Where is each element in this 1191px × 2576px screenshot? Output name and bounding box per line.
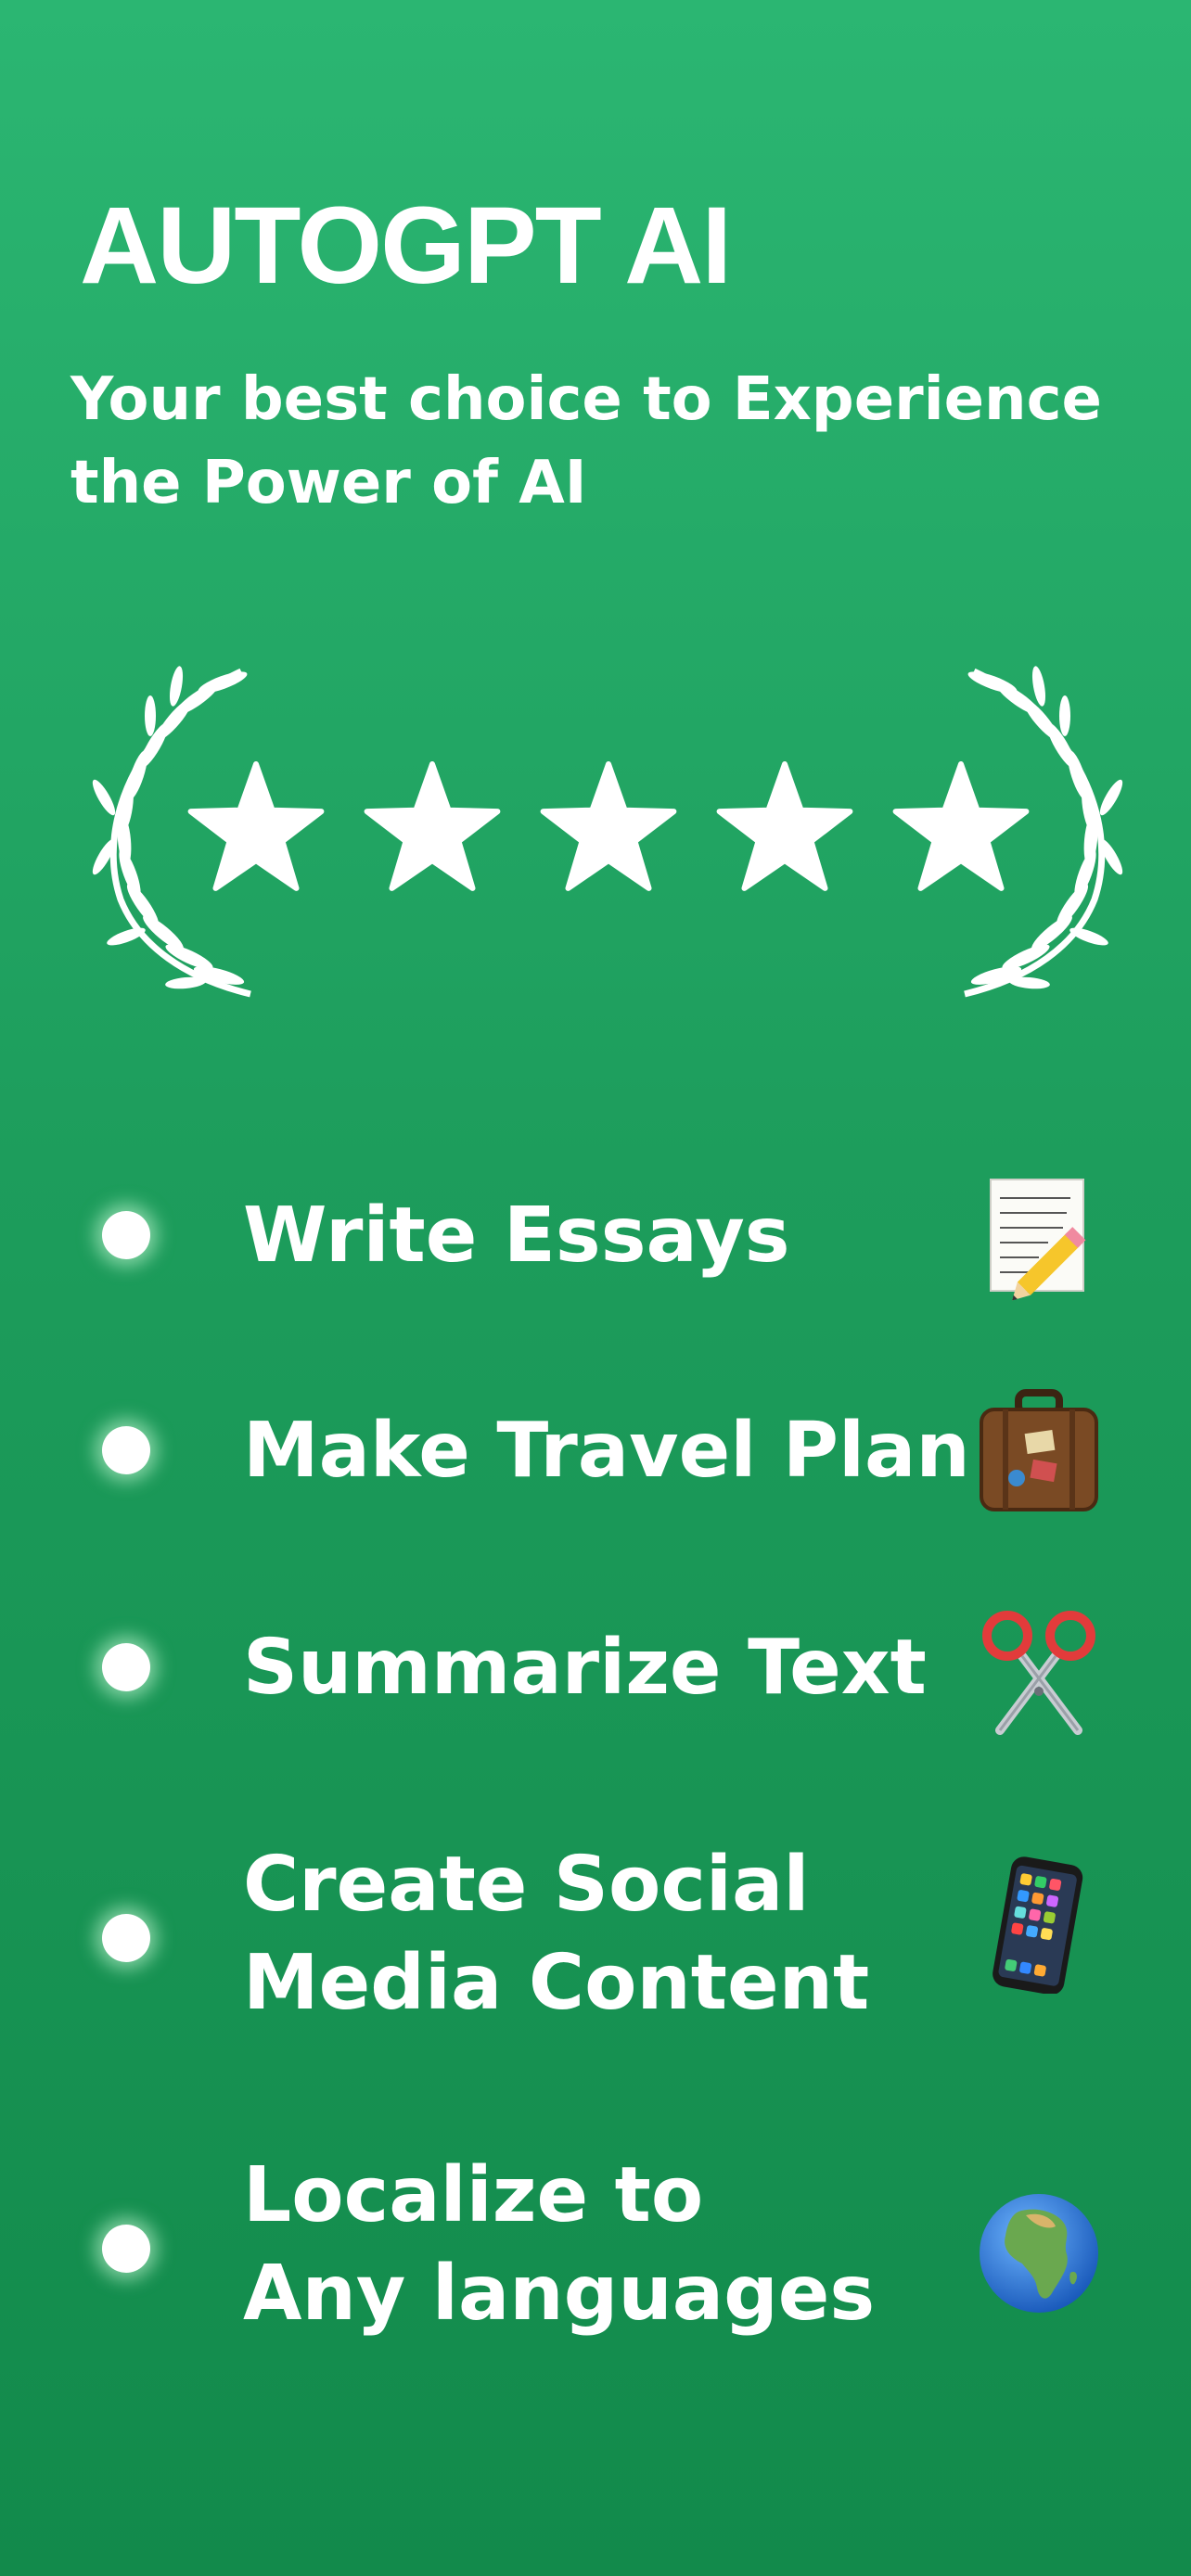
scissors-icon — [982, 1611, 1095, 1735]
star-icon — [716, 761, 853, 891]
bullet-dot-icon — [102, 1211, 150, 1259]
feature-label: Write Essays — [243, 1192, 790, 1280]
bullet-dot-icon — [102, 2225, 150, 2273]
feature-label-line-1: Create Social — [243, 1841, 810, 1929]
mobile-phone-icon — [992, 1856, 1083, 1994]
memo-pencil-icon — [990, 1179, 1086, 1301]
feature-label: Make Travel Plan — [243, 1407, 970, 1495]
globe-africa-icon — [980, 2194, 1098, 2313]
feature-label-line-2: Any languages — [243, 2250, 876, 2338]
rating-badge — [83, 658, 1132, 1011]
app-title: AUTOGPT AI — [80, 185, 732, 307]
suitcase-icon — [980, 1389, 1098, 1511]
feature-label: Summarize Text — [243, 1624, 927, 1712]
bullet-dot-icon — [102, 1914, 150, 1962]
star-icon — [364, 761, 501, 891]
feature-label-line-2: Media Content — [243, 1939, 870, 2027]
bullet-dot-icon — [102, 1643, 150, 1691]
star-icon — [187, 761, 325, 891]
star-icon — [892, 761, 1030, 891]
laurel-stars-graphic — [92, 666, 1123, 998]
tagline: Your best choice to Experience the Power… — [70, 365, 1102, 517]
star-icon — [540, 761, 677, 891]
bullet-dot-icon — [102, 1426, 150, 1474]
feature-label-line-1: Localize to — [243, 2151, 704, 2239]
